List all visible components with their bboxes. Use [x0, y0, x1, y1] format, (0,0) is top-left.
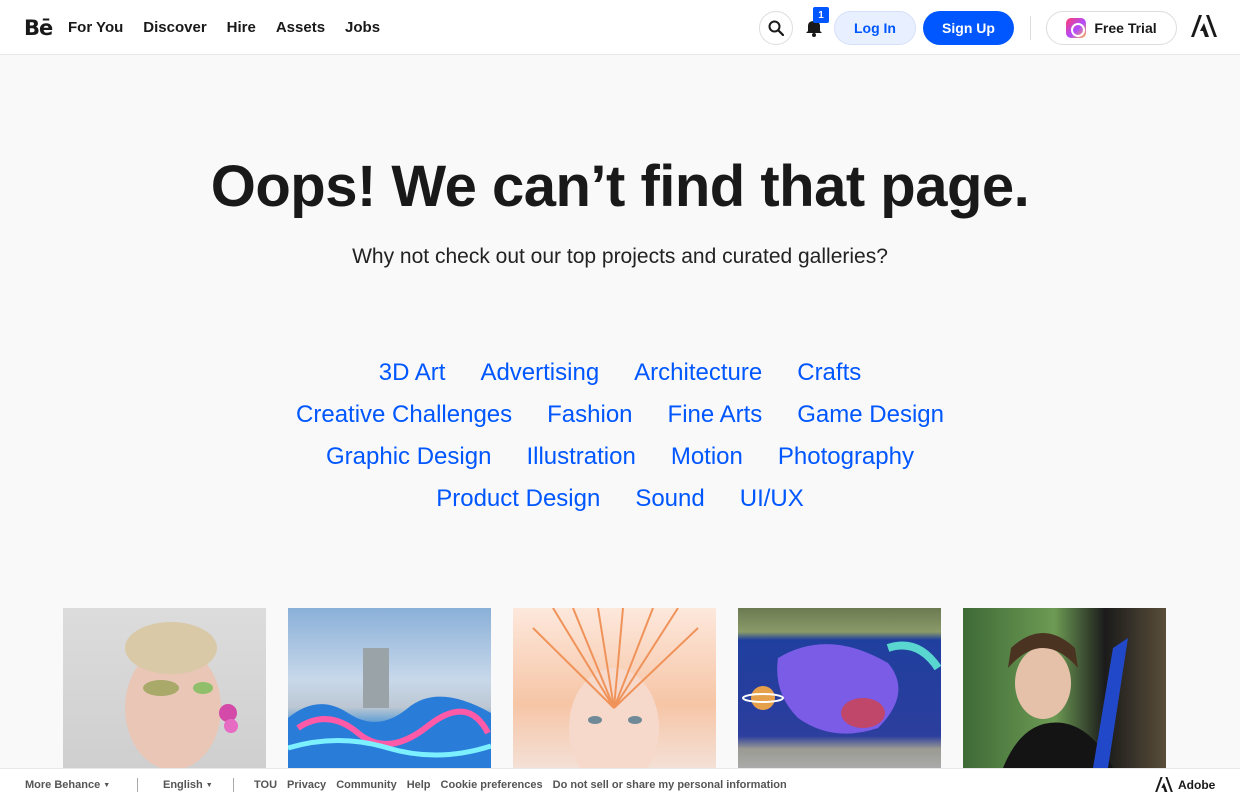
footer-link-cookie-preferences[interactable]: Cookie preferences: [441, 779, 543, 791]
footer-link-tou[interactable]: TOU: [254, 779, 277, 791]
login-button[interactable]: Log In: [834, 11, 916, 45]
more-behance-menu[interactable]: More Behance ▼: [25, 779, 110, 791]
free-trial-button[interactable]: Free Trial: [1046, 11, 1177, 45]
search-button[interactable]: [759, 11, 793, 45]
nav-assets[interactable]: Assets: [276, 19, 325, 36]
notification-badge: 1: [813, 7, 829, 23]
language-label: English: [163, 779, 203, 791]
category-link-crafts[interactable]: Crafts: [797, 359, 861, 387]
footer-links: TOU Privacy Community Help Cookie prefer…: [254, 779, 787, 791]
header-divider: [1030, 16, 1031, 40]
footer-link-community[interactable]: Community: [336, 779, 397, 791]
footer-link-help[interactable]: Help: [407, 779, 431, 791]
nav-discover[interactable]: Discover: [143, 19, 206, 36]
category-link-creative-challenges[interactable]: Creative Challenges: [296, 401, 512, 429]
project-thumbnail-straw-portrait[interactable]: [513, 608, 716, 768]
project-thumbnail-mural[interactable]: [738, 608, 941, 768]
footer-link-do-not-sell[interactable]: Do not sell or share my personal informa…: [553, 779, 787, 791]
mural-image: [742, 641, 941, 734]
caret-down-icon: ▼: [205, 781, 213, 789]
category-link-architecture[interactable]: Architecture: [634, 359, 762, 387]
caret-down-icon: ▼: [103, 781, 111, 789]
adobe-label: Adobe: [1178, 777, 1216, 792]
category-link-motion[interactable]: Motion: [671, 443, 743, 471]
footer-link-privacy[interactable]: Privacy: [287, 779, 326, 791]
top-header: Bē For You Discover Hire Assets Jobs 1 L…: [0, 0, 1240, 55]
adobe-logo-icon[interactable]: [1191, 15, 1217, 37]
signup-button[interactable]: Sign Up: [923, 11, 1014, 45]
category-link-fine-arts[interactable]: Fine Arts: [668, 401, 763, 429]
makeup-portrait-image: [125, 622, 238, 768]
category-row: Graphic Design Illustration Motion Photo…: [0, 436, 1240, 478]
error-title: Oops! We can’t find that page.: [210, 154, 1030, 219]
nav-jobs[interactable]: Jobs: [345, 19, 380, 36]
project-thumbnail-graffiti[interactable]: [288, 608, 491, 768]
site-footer: More Behance ▼ English ▼ TOU Privacy Commu…: [0, 768, 1240, 800]
language-select[interactable]: English ▼: [163, 779, 213, 791]
category-row: Creative Challenges Fashion Fine Arts Ga…: [0, 394, 1240, 436]
main-nav: For You Discover Hire Assets Jobs: [68, 0, 380, 55]
footer-adobe-link[interactable]: Adobe: [1155, 777, 1215, 792]
footer-divider: [233, 778, 234, 792]
creative-cloud-icon: [1066, 18, 1087, 38]
project-thumbnail-forest-portrait[interactable]: [963, 608, 1166, 768]
straw-portrait-image: [532, 608, 699, 768]
nav-for-you[interactable]: For You: [68, 19, 123, 36]
project-thumbnail-makeup-portrait[interactable]: [63, 608, 266, 768]
category-row: 3D Art Advertising Architecture Crafts: [0, 352, 1240, 394]
error-subtitle: Why not check out our top projects and c…: [352, 245, 888, 268]
category-link-graphic-design[interactable]: Graphic Design: [326, 443, 491, 471]
nav-hire[interactable]: Hire: [227, 19, 256, 36]
category-link-illustration[interactable]: Illustration: [526, 443, 635, 471]
more-behance-label: More Behance: [25, 779, 101, 791]
category-link-game-design[interactable]: Game Design: [797, 401, 944, 429]
graffiti-image: [288, 648, 491, 768]
behance-logo[interactable]: Bē: [24, 16, 53, 40]
category-link-3d-art[interactable]: 3D Art: [379, 359, 446, 387]
category-link-sound[interactable]: Sound: [635, 485, 704, 513]
search-icon: [768, 20, 784, 36]
free-trial-label: Free Trial: [1094, 20, 1157, 36]
footer-divider: [137, 778, 138, 792]
category-row: Product Design Sound UI/UX: [0, 478, 1240, 520]
category-link-photography[interactable]: Photography: [778, 443, 914, 471]
category-link-fashion[interactable]: Fashion: [547, 401, 632, 429]
category-links: 3D Art Advertising Architecture Crafts C…: [0, 352, 1240, 520]
category-link-advertising[interactable]: Advertising: [480, 359, 599, 387]
forest-portrait-image: [1003, 633, 1128, 768]
category-link-product-design[interactable]: Product Design: [436, 485, 600, 513]
category-link-ui-ux[interactable]: UI/UX: [740, 485, 804, 513]
adobe-logo-icon: [1155, 777, 1173, 792]
